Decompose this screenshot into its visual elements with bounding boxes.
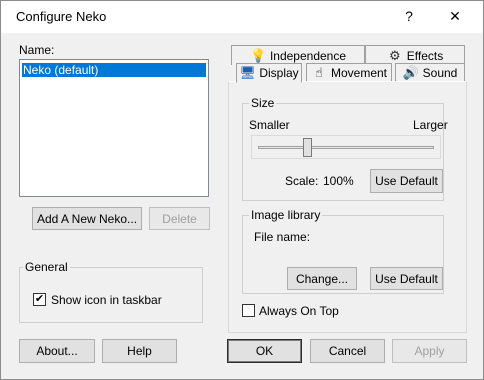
title-bar: Configure Neko ? ✕ <box>1 1 483 33</box>
tab-display-label: Display <box>259 66 299 80</box>
cancel-button[interactable]: Cancel <box>310 339 385 363</box>
tab-independence-label: Independence <box>269 48 347 63</box>
scale-label: Scale: <box>285 174 319 188</box>
about-label: About... <box>36 344 78 358</box>
tab-independence[interactable]: 💡 Independence <box>231 45 365 65</box>
movement-icon: ☝ <box>315 65 323 80</box>
ok-button[interactable]: OK <box>227 339 302 363</box>
effects-icon: ⚙ <box>388 47 401 63</box>
always-on-top-label: Always On Top <box>259 304 339 318</box>
delete-label: Delete <box>162 211 197 226</box>
list-item-neko-default[interactable]: Neko (default) <box>22 63 206 77</box>
size-group-label: Size <box>249 96 277 110</box>
neko-listbox[interactable]: Neko (default) <box>19 59 209 197</box>
checkmark-icon: ✔ <box>34 293 45 305</box>
apply-label: Apply <box>414 344 445 358</box>
file-name-label: File name: <box>254 230 311 244</box>
tab-movement-label: Movement <box>330 66 388 80</box>
tab-sound-label: Sound <box>422 66 458 80</box>
always-on-top-checkbox[interactable] <box>242 304 255 317</box>
tab-sound[interactable]: 🔊 Sound <box>395 63 465 82</box>
slider-thumb[interactable] <box>303 138 313 157</box>
name-label: Name: <box>19 43 55 57</box>
display-icon: 🖥 <box>239 65 256 80</box>
window-title: Configure Neko <box>16 9 107 24</box>
size-slider[interactable] <box>251 135 441 159</box>
help-title-button[interactable]: ? <box>387 1 431 31</box>
tab-effects-label: Effects <box>406 48 444 63</box>
delete-button[interactable]: Delete <box>149 207 210 230</box>
show-icon-label: Show icon in taskbar <box>51 293 162 307</box>
lightbulb-icon: 💡 <box>249 47 267 63</box>
add-new-neko-label: Add A New Neko... <box>36 211 138 226</box>
about-button[interactable]: About... <box>19 339 95 363</box>
change-button[interactable]: Change... <box>287 267 357 290</box>
change-label: Change... <box>295 271 349 286</box>
configure-neko-dialog: Configure Neko ? ✕ Name: Neko (default) … <box>0 0 484 380</box>
general-group-label: General <box>23 260 70 274</box>
speaker-icon: 🔊 <box>402 65 419 80</box>
ok-label: OK <box>255 344 274 358</box>
tab-movement[interactable]: ☝ Movement <box>306 63 392 82</box>
image-library-group-label: Image library <box>249 208 323 222</box>
larger-label: Larger <box>413 118 448 132</box>
apply-button[interactable]: Apply <box>392 339 467 363</box>
use-default-image-button[interactable]: Use Default <box>370 267 443 290</box>
smaller-label: Smaller <box>249 118 290 132</box>
use-default-size-button[interactable]: Use Default <box>370 169 443 193</box>
cancel-label: Cancel <box>328 344 367 358</box>
help-button[interactable]: Help <box>102 339 177 363</box>
show-icon-checkbox[interactable]: ✔ <box>33 293 46 306</box>
slider-track <box>258 146 434 149</box>
scale-value: 100% <box>323 174 354 188</box>
tab-effects[interactable]: ⚙ Effects <box>365 45 465 65</box>
add-new-neko-button[interactable]: Add A New Neko... <box>32 207 142 230</box>
use-default-image-label: Use Default <box>375 271 438 286</box>
use-default-size-label: Use Default <box>375 174 438 188</box>
close-button[interactable]: ✕ <box>433 1 477 31</box>
tab-display[interactable]: 🖥 Display <box>236 63 302 83</box>
help-label: Help <box>127 344 152 358</box>
